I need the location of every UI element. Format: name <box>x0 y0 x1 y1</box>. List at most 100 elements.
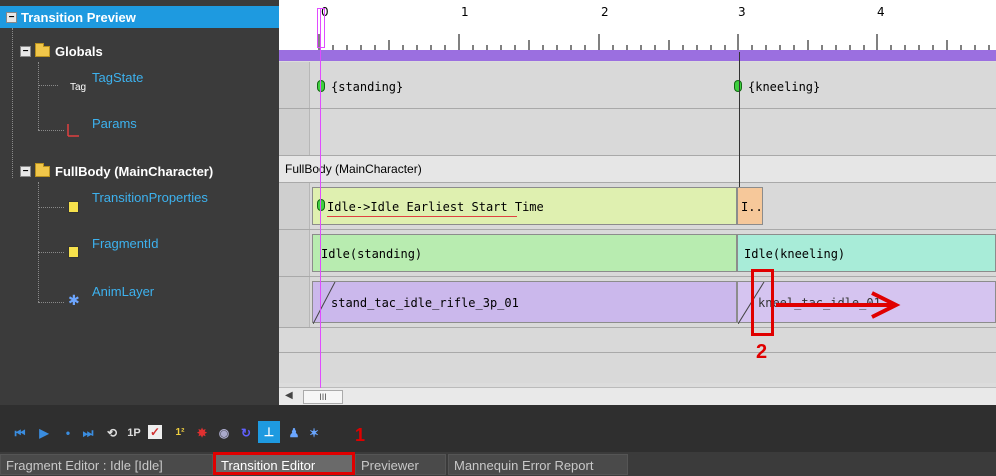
timeline-panel[interactable]: 0 1 2 3 4 {standing} {kneeling} FullBody… <box>279 0 996 405</box>
tree-item-anim-layer[interactable]: AnimLayer <box>92 280 154 302</box>
arrow-right-icon <box>776 291 901 319</box>
transition-clip-small[interactable]: I.. <box>737 187 763 225</box>
running-figure-icon: ✱ <box>68 292 80 308</box>
tab-previewer[interactable]: Previewer <box>355 454 446 475</box>
transition-key-marker[interactable] <box>317 199 325 211</box>
tree-item-fullbody[interactable]: − FullBody (MainCharacter) <box>20 160 213 182</box>
ruler-number: 2 <box>601 5 609 19</box>
tree-label: AnimLayer <box>92 283 155 299</box>
tree-label: FragmentId <box>92 235 159 251</box>
clip-label: I.. <box>741 200 763 214</box>
clip-label: Idle->Idle Earliest Start Time <box>327 200 544 214</box>
tree-label: Transition Preview <box>21 9 136 25</box>
track-params[interactable] <box>279 109 996 156</box>
step-icon[interactable]: • <box>60 425 76 441</box>
highlight-box-1 <box>213 452 355 475</box>
bug-icon[interactable]: ✸ <box>194 425 210 441</box>
tree-panel: − Transition Preview − Globals Tag TagSt… <box>0 0 279 405</box>
tab-mannequin-error-report[interactable]: Mannequin Error Report <box>448 454 628 475</box>
track-gutter <box>279 109 310 155</box>
highlight-box-2 <box>751 269 774 336</box>
range-bar[interactable] <box>279 50 996 61</box>
clip-label: Idle(standing) <box>321 247 423 261</box>
track-gutter <box>279 277 310 327</box>
transition-clip[interactable]: Idle->Idle Earliest Start Time <box>312 187 737 225</box>
skip-start-icon[interactable]: ⏮ <box>12 425 28 441</box>
track-transition-properties[interactable]: Idle->Idle Earliest Start Time I.. <box>279 183 996 230</box>
playback-toolbar: ⏮ ▶ • ⏭ ⟲ 1P ✓ 1² ✸ ◉ ↻ ⊥ ♟ ✶ 1 <box>0 405 996 457</box>
playhead-line[interactable] <box>320 8 321 388</box>
tree-connector <box>38 252 64 253</box>
folder-icon <box>35 162 50 177</box>
tree-label: TransitionProperties <box>92 189 208 205</box>
tree-connector <box>12 28 13 178</box>
track-empty <box>279 353 996 383</box>
anim-icon[interactable]: ↻ <box>238 425 254 441</box>
tree-item-transition-properties[interactable]: TransitionProperties <box>92 186 208 208</box>
tree-connector <box>38 302 64 303</box>
track-gutter <box>279 183 310 229</box>
track-gutter <box>279 230 310 276</box>
ruler-number: 4 <box>877 5 885 19</box>
tag-key-label: {standing} <box>331 80 404 94</box>
ruler-number: 1 <box>461 5 469 19</box>
tree-item-tagstate[interactable]: TagState <box>92 66 143 88</box>
tag-key-label: {kneeling} <box>748 80 821 94</box>
tree-connector <box>38 182 39 302</box>
params-icon <box>67 124 79 137</box>
tree-connector <box>38 130 64 131</box>
users-icon[interactable]: ♟ <box>286 425 302 441</box>
fragment-clip-kneeling[interactable]: Idle(kneeling) <box>737 234 996 272</box>
anim-clip-standing[interactable]: stand_tac_idle_rifle_3p_01 <box>312 281 737 324</box>
playhead-handle[interactable] <box>317 8 325 48</box>
scroll-left-icon[interactable]: ◀ <box>285 390 293 401</box>
horizontal-scrollbar[interactable]: ◀ III <box>279 387 996 405</box>
track-tagstate[interactable]: {standing} {kneeling} <box>279 62 996 109</box>
track-fullbody-header: FullBody (MainCharacter) <box>279 156 996 183</box>
cube-icon <box>68 246 79 258</box>
tag-key-marker[interactable] <box>734 80 742 92</box>
tab-fragment-editor[interactable]: Fragment Editor : Idle [Idle] <box>0 454 213 475</box>
track-empty <box>279 328 996 353</box>
folder-icon <box>35 42 50 57</box>
tree-connector <box>38 62 39 130</box>
track-fragment-id[interactable]: Idle(standing) Idle(kneeling) <box>279 230 996 277</box>
tag-key-marker[interactable] <box>317 80 325 92</box>
ruler-ticks <box>318 34 990 50</box>
tree-connector <box>38 85 58 86</box>
annotation-number: 1 <box>355 425 366 445</box>
track-gutter <box>279 62 310 108</box>
clip-label: stand_tac_idle_rifle_3p_01 <box>331 296 519 310</box>
loop-icon[interactable]: ⟲ <box>104 425 120 441</box>
tree-label: Globals <box>55 43 103 59</box>
axis-icon[interactable]: ⊥ <box>258 421 280 443</box>
tree-label: FullBody (MainCharacter) <box>55 163 214 179</box>
eye-icon[interactable]: ◉ <box>216 425 232 441</box>
tree-item-globals[interactable]: − Globals <box>20 40 103 62</box>
run-icon[interactable]: ✶ <box>306 425 322 441</box>
tag-icon: Tag <box>70 82 87 93</box>
tree-connector <box>38 207 64 208</box>
key-guide-line <box>739 52 740 187</box>
collapse-icon[interactable]: − <box>20 45 31 57</box>
play-icon[interactable]: ▶ <box>36 425 52 441</box>
collapse-icon[interactable]: − <box>20 165 31 177</box>
tree-item-fragment-id[interactable]: FragmentId <box>92 232 158 254</box>
fragment-clip-standing[interactable]: Idle(standing) <box>312 234 737 272</box>
clip-label: Idle(kneeling) <box>744 247 846 261</box>
ruler-number: 3 <box>738 5 746 19</box>
collapse-icon[interactable]: − <box>6 11 17 23</box>
scrollbar-thumb[interactable]: III <box>303 390 343 404</box>
annotation-number: 2 <box>756 341 768 363</box>
tree-item-transition-preview[interactable]: − Transition Preview <box>0 6 279 28</box>
cube-icon <box>68 201 79 213</box>
tree-item-params[interactable]: Params <box>92 112 137 134</box>
tree-label: TagState <box>92 69 144 85</box>
checkbox-icon[interactable]: ✓ <box>148 425 162 439</box>
first-person-icon[interactable]: 1P <box>126 425 142 441</box>
chart-icon[interactable]: 1² <box>172 425 188 441</box>
skip-end-icon[interactable]: ⏭ <box>80 425 96 441</box>
red-range-line <box>327 216 517 217</box>
time-ruler[interactable]: 0 1 2 3 4 <box>279 0 996 50</box>
tree-label: Params <box>92 115 137 131</box>
